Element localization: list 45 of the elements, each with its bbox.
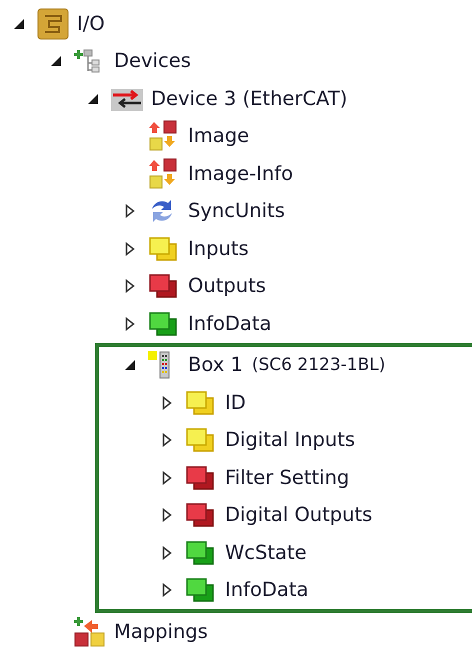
terminal-icon (148, 350, 172, 380)
expand-arrow[interactable] (162, 433, 172, 448)
tree-item-label[interactable]: Image (188, 123, 250, 150)
input-block-icon (185, 427, 215, 454)
tree-item-label[interactable]: Devices (114, 48, 191, 74)
output-block-icon (185, 502, 215, 528)
expand-arrow[interactable] (124, 242, 134, 256)
collapse-arrow[interactable] (12, 18, 24, 30)
expand-arrow[interactable] (124, 279, 134, 294)
expand-arrow[interactable] (124, 316, 134, 331)
collapse-arrow[interactable] (50, 55, 62, 68)
output-block-icon (148, 273, 178, 300)
tree-item-label[interactable]: Mappings (114, 618, 208, 645)
expand-arrow[interactable] (162, 396, 172, 410)
expand-arrow[interactable] (124, 204, 134, 218)
expand-arrow[interactable] (162, 508, 172, 522)
input-block-icon (185, 390, 215, 416)
mapping-icon (74, 616, 106, 648)
tree-item-label[interactable]: Outputs (188, 273, 266, 300)
tree-item-label[interactable]: Digital Inputs (225, 427, 356, 454)
tree-item-label[interactable]: SyncUnits (188, 198, 285, 224)
tree-item-label[interactable]: Device 3 (EtherCAT) (151, 86, 348, 112)
expand-arrow[interactable] (162, 546, 172, 560)
info-block-icon (185, 540, 215, 566)
tree-item-label[interactable]: Image-Info (188, 160, 294, 187)
input-block-icon (148, 236, 178, 262)
device-tree-icon (74, 47, 102, 76)
collapse-arrow[interactable] (86, 92, 98, 105)
tree-item-label[interactable]: ID (225, 390, 246, 416)
folder-icon (37, 8, 69, 40)
tree-item-label[interactable]: Box 1 (188, 352, 243, 378)
tree-item-label[interactable]: InfoData (225, 577, 308, 604)
tree-item-label[interactable]: Filter Setting (225, 464, 350, 491)
item-detail: (SC6 2123-1BL) (252, 354, 386, 378)
tree-item-label[interactable]: Digital Outputs (225, 502, 372, 528)
tree-item-label[interactable]: InfoData (188, 310, 272, 337)
expand-arrow[interactable] (162, 470, 172, 485)
expand-arrow[interactable] (162, 583, 172, 598)
tree-item-label[interactable]: WcState (225, 540, 307, 566)
tree-item-label[interactable]: Inputs (188, 236, 249, 262)
tree-item-label[interactable]: I/O (77, 10, 105, 37)
collapse-arrow[interactable] (124, 359, 136, 372)
output-block-icon (185, 464, 215, 491)
info-block-icon (185, 577, 215, 604)
info-block-icon (148, 310, 178, 337)
